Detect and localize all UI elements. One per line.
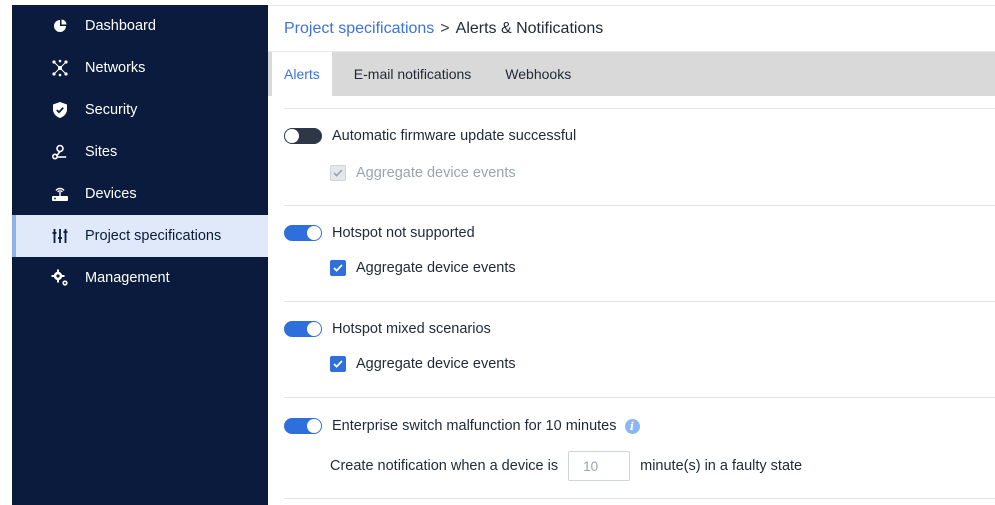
toggle-knob xyxy=(307,322,321,336)
alert-section: Hotspot not supported Aggregate device e… xyxy=(284,205,995,301)
alert-toggle[interactable] xyxy=(284,128,322,144)
aggregate-label: Aggregate device events xyxy=(356,356,516,372)
sidebar-item-label: Security xyxy=(85,102,138,118)
sidebar-item-label: Project specifications xyxy=(85,228,222,244)
aggregate-checkbox[interactable] xyxy=(330,356,346,372)
shield-icon xyxy=(50,100,70,120)
breadcrumb-separator: > xyxy=(440,19,450,37)
sidebar-item-networks[interactable]: Networks xyxy=(12,47,268,89)
sidebar-item-label: Management xyxy=(85,270,170,286)
breadcrumb-parent-link[interactable]: Project specifications xyxy=(284,20,434,38)
alert-row: Hotspot mixed scenarios xyxy=(284,321,491,337)
sidebar-item-label: Devices xyxy=(85,186,137,202)
left-gutter xyxy=(0,0,12,505)
aggregate-checkbox[interactable] xyxy=(330,260,346,276)
checkmark-icon xyxy=(333,264,343,272)
alert-toggle[interactable] xyxy=(284,225,322,241)
alert-toggle[interactable] xyxy=(284,418,322,434)
dashboard-gauge-icon xyxy=(50,16,70,36)
alert-label: Hotspot not supported xyxy=(332,225,475,241)
sidebar-item-devices[interactable]: Devices xyxy=(12,173,268,215)
notify-suffix-text: minute(s) in a faulty state xyxy=(640,458,803,474)
sidebar-item-label: Networks xyxy=(85,60,146,76)
alert-row: Automatic firmware update successful xyxy=(284,128,576,144)
info-icon[interactable]: i xyxy=(624,418,640,434)
toggle-knob xyxy=(307,419,321,433)
tab-webhooks[interactable]: Webhooks xyxy=(493,52,583,96)
aggregate-label: Aggregate device events xyxy=(356,165,516,181)
alert-section: Enterprise switch malfunction for 10 min… xyxy=(284,397,995,499)
notify-threshold-row: Create notification when a device is min… xyxy=(330,451,802,481)
alert-section: Automatic firmware update successful Agg… xyxy=(284,108,995,205)
breadcrumb-current: Alerts & Notifications xyxy=(455,19,604,37)
aggregate-checkbox[interactable] xyxy=(330,165,346,181)
aggregate-row: Aggregate device events xyxy=(330,260,516,276)
toggle-knob xyxy=(285,129,299,143)
notify-prefix-text: Create notification when a device is xyxy=(330,458,559,474)
toggle-knob xyxy=(307,226,321,240)
tab-bar: Alerts E-mail notifications Webhooks xyxy=(268,52,995,96)
sidebar: Dashboard Networks Security Sites Device… xyxy=(12,5,268,505)
gears-icon xyxy=(50,268,70,288)
alert-label: Automatic firmware update successful xyxy=(332,128,577,144)
breadcrumb: Project specifications > Alerts & Notifi… xyxy=(268,5,995,52)
sidebar-item-label: Dashboard xyxy=(85,18,156,34)
tab-email-notifications[interactable]: E-mail notifications xyxy=(342,52,484,96)
tab-alerts[interactable]: Alerts xyxy=(272,52,332,96)
alert-row: Enterprise switch malfunction for 10 min… xyxy=(284,418,640,434)
main-content: Project specifications > Alerts & Notifi… xyxy=(268,5,995,505)
router-icon xyxy=(50,184,70,204)
sidebar-item-project-specifications[interactable]: Project specifications xyxy=(12,215,268,257)
checkmark-icon xyxy=(333,169,343,177)
minutes-input[interactable] xyxy=(568,451,631,481)
alert-section: Hotspot mixed scenarios Aggregate device… xyxy=(284,301,995,397)
sidebar-item-management[interactable]: Management xyxy=(12,257,268,299)
alert-label: Hotspot mixed scenarios xyxy=(332,321,491,337)
sidebar-item-security[interactable]: Security xyxy=(12,89,268,131)
aggregate-label: Aggregate device events xyxy=(356,260,516,276)
aggregate-row: Aggregate device events xyxy=(330,356,516,372)
alert-label: Enterprise switch malfunction for 10 min… xyxy=(332,418,617,434)
alert-toggle[interactable] xyxy=(284,321,322,337)
sites-icon xyxy=(50,142,70,162)
networks-icon xyxy=(50,58,70,78)
sidebar-item-sites[interactable]: Sites xyxy=(12,131,268,173)
aggregate-row: Aggregate device events xyxy=(330,165,516,181)
sidebar-item-label: Sites xyxy=(85,144,118,160)
sliders-icon xyxy=(50,226,70,246)
sidebar-item-dashboard[interactable]: Dashboard xyxy=(12,5,268,47)
alert-row: Hotspot not supported xyxy=(284,225,475,241)
checkmark-icon xyxy=(333,360,343,368)
